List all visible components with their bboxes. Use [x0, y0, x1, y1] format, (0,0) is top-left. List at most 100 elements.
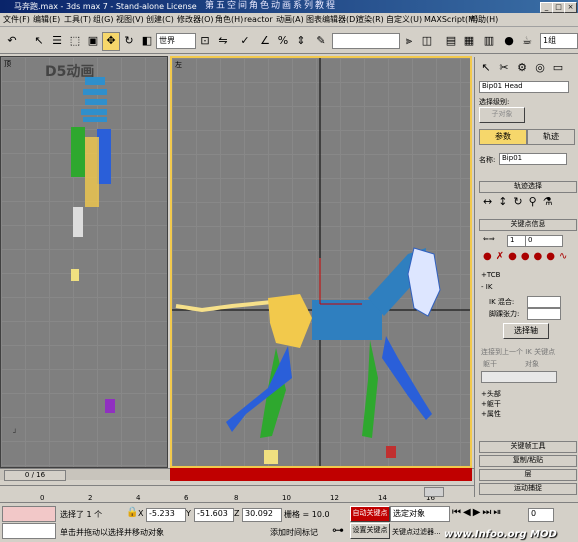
menu-reactor[interactable]: reactor [244, 14, 273, 26]
window-title: 马奔跑.max - 3ds max 7 - Stand-alone Licens… [14, 2, 197, 11]
ik-object-field[interactable] [481, 371, 557, 383]
key-time-spinner[interactable]: 0 [525, 235, 563, 247]
select-by-name-icon[interactable]: ☰ [48, 32, 66, 51]
mirror-selected-icon[interactable]: ⫸ [400, 32, 418, 51]
menu-file[interactable]: 文件(F) [3, 14, 30, 26]
join-prev-ik-checkbox[interactable]: 连接到上一个 IK 关键点 [481, 347, 555, 357]
undo-icon[interactable]: ↶ [3, 32, 21, 51]
add-time-tag[interactable]: 添加时间标记 [270, 527, 318, 538]
pivot-center-icon[interactable]: ⊡ [196, 32, 214, 51]
menu-group[interactable]: 组(G) [93, 14, 113, 26]
rollout-motion-capture[interactable]: 运动捕捉 [479, 483, 577, 495]
select-region-icon[interactable]: ⬚ [66, 32, 84, 51]
reference-coordinate-dropdown[interactable]: 世界 [156, 33, 196, 49]
layer-manager-icon[interactable]: ▤ [442, 32, 460, 51]
biped-top-view [71, 77, 115, 413]
display-tab-icon[interactable]: ▭ [549, 59, 567, 78]
named-selection-dropdown[interactable] [332, 33, 400, 49]
key-number-field[interactable]: 1 [507, 235, 527, 247]
tick-2: 2 [88, 494, 93, 502]
z-coordinate-field[interactable]: 30.092 [242, 508, 282, 522]
name-field[interactable]: Bip01 [499, 153, 567, 165]
auto-key-button[interactable]: 自动关键点 [350, 506, 390, 522]
select-pivot-button[interactable]: 选择轴 [503, 323, 549, 339]
tcb-section[interactable]: +TCB [481, 271, 500, 279]
ik-section[interactable]: - IK [481, 283, 492, 291]
tick-6: 6 [184, 494, 189, 502]
select-and-move-icon[interactable]: ✥ [102, 32, 120, 51]
curve-editor-icon[interactable]: ▦ [460, 32, 478, 51]
object-name-field[interactable]: Bip01 Head [479, 81, 569, 93]
track-bar[interactable]: 0 2 4 6 8 10 12 14 16 [0, 481, 474, 502]
menu-edit[interactable]: 编辑(E) [33, 14, 60, 26]
menu-create[interactable]: 创建(C) [146, 14, 174, 26]
playback-controls[interactable]: ⏮◀▶⏭⏯ [452, 507, 524, 521]
spinner-snap-icon[interactable]: ⇕ [292, 32, 310, 51]
rollout-key-info[interactable]: 关键点信息 [479, 219, 577, 231]
key-filters-button[interactable]: 关键点过滤器... [392, 527, 441, 537]
rollout-layers[interactable]: 层 [479, 469, 577, 481]
y-coordinate-field[interactable]: -51.603 [194, 508, 234, 522]
tab-track[interactable]: 轨迹 [527, 129, 575, 145]
rollout-copy-paste[interactable]: 复制/粘贴 [479, 455, 577, 467]
select-and-rotate-icon[interactable]: ↻ [120, 32, 138, 51]
horse-biped-rig [172, 58, 470, 466]
select-and-scale-icon[interactable]: ◧ [138, 32, 156, 51]
set-key-icon[interactable]: ⊶ [332, 523, 344, 537]
menu-graph-editors[interactable]: 图表编辑器(D) [306, 14, 358, 26]
sub-object-button[interactable]: 子对象 [479, 107, 525, 123]
render-scene-icon[interactable]: ☕ [518, 32, 536, 51]
key-tools-icons[interactable]: ●✗●●●●∿ [483, 251, 571, 262]
tick-10: 10 [282, 494, 291, 502]
menu-tools[interactable]: 工具(T) [64, 14, 91, 26]
object-radio[interactable]: 对象 [525, 359, 539, 369]
maxscript-input[interactable] [2, 523, 56, 539]
motion-tab-icon[interactable]: ◎ [531, 59, 549, 78]
site-watermark: www.Infoo.org MOD [444, 529, 557, 540]
track-selection-icons[interactable]: ↔↕↻⚲⚗ [483, 195, 559, 208]
schematic-view-icon[interactable]: ▥ [480, 32, 498, 51]
align-icon[interactable]: ◫ [418, 32, 436, 51]
tab-params[interactable]: 参数 [479, 129, 527, 145]
tick-12: 12 [330, 494, 339, 502]
spine-section[interactable]: +躯干 [481, 399, 501, 409]
head-section[interactable]: +头部 [481, 389, 501, 399]
menu-views[interactable]: 视图(V) [116, 14, 144, 26]
x-coordinate-field[interactable]: -5.233 [146, 508, 186, 522]
menu-animation[interactable]: 动画(A) [276, 14, 304, 26]
selection-set-dropdown[interactable]: 选定对象 [390, 506, 450, 522]
render-type-dropdown[interactable]: 1组 [540, 33, 578, 49]
key-prev-next-icon[interactable]: ⇐⇒ [483, 235, 495, 243]
menu-customize[interactable]: 自定义(U) [386, 14, 422, 26]
current-frame-field[interactable]: 0 [528, 508, 554, 522]
ankle-tension-field[interactable] [527, 308, 561, 320]
hierarchy-tab-icon[interactable]: ⚙ [513, 59, 531, 78]
menu-modifiers[interactable]: 修改器(O) [177, 14, 214, 26]
window-crossing-icon[interactable]: ▣ [84, 32, 102, 51]
material-editor-icon[interactable]: ● [500, 32, 518, 51]
percent-snap-icon[interactable]: % [274, 32, 292, 51]
rollout-key-tools[interactable]: 关键帧工具 [479, 441, 577, 453]
rollout-track-selection[interactable]: 轨迹选择 [479, 181, 577, 193]
menu-help[interactable]: 帮助(H) [470, 14, 498, 26]
lock-icon[interactable]: 🔒 [126, 507, 138, 518]
set-key-button[interactable]: 设置关键点 [350, 523, 390, 539]
mirror-icon[interactable]: ⇋ [214, 32, 232, 51]
close-button[interactable]: × [564, 2, 577, 13]
edit-named-selections-icon[interactable]: ✎ [312, 32, 330, 51]
modify-tab-icon[interactable]: ✂ [495, 59, 513, 78]
select-object-icon[interactable]: ↖ [30, 32, 48, 51]
create-tab-icon[interactable]: ↖ [477, 59, 495, 78]
menu-character[interactable]: 角色(H) [215, 14, 243, 26]
snap-icon[interactable]: ✓ [236, 32, 254, 51]
ik-blend-field[interactable] [527, 296, 561, 308]
viewport-left[interactable]: 左 [170, 56, 472, 468]
menu-rendering[interactable]: 渲染(R) [356, 14, 384, 26]
body-radio[interactable]: 躯干 [483, 359, 497, 369]
tick-4: 4 [136, 494, 141, 502]
viewport-top[interactable]: 顶 D5动画 ┘ [0, 56, 168, 468]
maxscript-listener[interactable] [2, 506, 56, 522]
time-slider-thumb[interactable]: 0 / 16 [4, 470, 66, 481]
props-section[interactable]: +属性 [481, 409, 501, 419]
angle-snap-icon[interactable]: ∠ [256, 32, 274, 51]
